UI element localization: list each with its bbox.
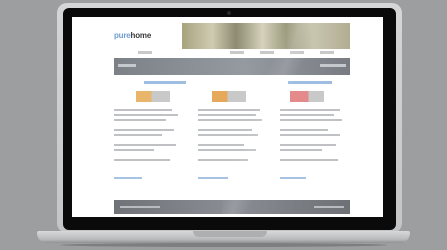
text-line bbox=[198, 114, 256, 116]
text-line bbox=[280, 134, 340, 136]
nav-item[interactable] bbox=[290, 51, 304, 54]
text-line bbox=[280, 144, 336, 146]
laptop-shadow bbox=[60, 243, 387, 247]
text-line bbox=[114, 114, 178, 116]
laptop-screen: purehome bbox=[72, 17, 383, 217]
banner-text bbox=[118, 64, 136, 67]
text-line bbox=[198, 129, 252, 131]
footer-text bbox=[120, 206, 160, 208]
text-line bbox=[198, 149, 256, 151]
text-line bbox=[114, 144, 176, 146]
text-line bbox=[198, 144, 244, 146]
column-thumbnail bbox=[136, 91, 170, 102]
text-line bbox=[280, 129, 328, 131]
text-line bbox=[114, 159, 170, 161]
column-thumbnail bbox=[290, 91, 324, 102]
text-line bbox=[114, 149, 154, 151]
footer-bar bbox=[114, 200, 350, 214]
text-line bbox=[280, 114, 334, 116]
text-line bbox=[280, 149, 322, 151]
text-line bbox=[198, 134, 258, 136]
text-line bbox=[114, 134, 162, 136]
text-line bbox=[280, 109, 340, 111]
footer-text bbox=[314, 206, 344, 208]
laptop-notch bbox=[193, 231, 267, 237]
column-heading bbox=[288, 81, 332, 84]
text-line bbox=[114, 109, 172, 111]
text-line bbox=[280, 119, 342, 121]
site-header: purehome bbox=[114, 23, 350, 54]
banner bbox=[114, 58, 350, 75]
column-heading bbox=[144, 81, 186, 84]
banner-text bbox=[320, 64, 346, 67]
read-more-link[interactable] bbox=[198, 177, 228, 179]
text-line bbox=[114, 119, 166, 121]
webcam-icon bbox=[227, 11, 231, 15]
content-column bbox=[198, 79, 268, 181]
read-more-link[interactable] bbox=[114, 177, 142, 179]
text-line bbox=[198, 159, 248, 161]
nav-item[interactable] bbox=[320, 51, 334, 54]
column-thumbnail bbox=[212, 91, 246, 102]
content-column bbox=[114, 79, 186, 181]
text-line bbox=[198, 109, 260, 111]
nav-item[interactable] bbox=[260, 51, 274, 54]
text-line bbox=[114, 129, 174, 131]
text-line bbox=[198, 119, 262, 121]
text-line bbox=[280, 159, 338, 161]
nav-item[interactable] bbox=[138, 51, 152, 54]
nav-item[interactable] bbox=[230, 51, 244, 54]
header-photo bbox=[182, 23, 350, 49]
read-more-link[interactable] bbox=[280, 177, 306, 179]
content-column bbox=[280, 79, 350, 181]
site-logo[interactable]: purehome bbox=[114, 31, 151, 40]
